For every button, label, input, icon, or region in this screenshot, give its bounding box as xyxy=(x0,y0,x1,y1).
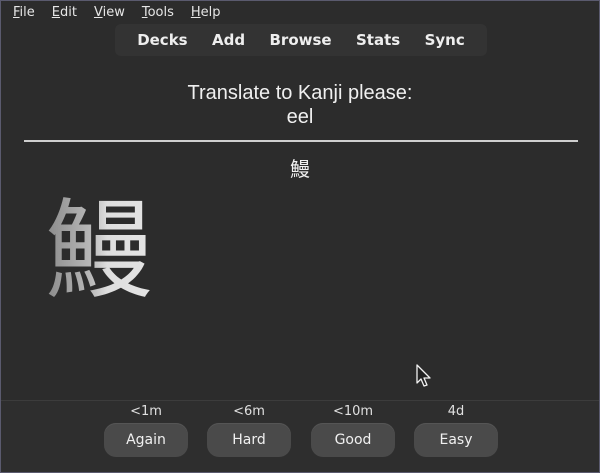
decks-button[interactable]: Decks xyxy=(129,27,195,53)
card-question: Translate to Kanji please: eel xyxy=(1,81,599,129)
question-word: eel xyxy=(286,106,314,128)
menu-view[interactable]: View xyxy=(94,5,125,20)
answer-kanji: 鰻 xyxy=(290,157,310,181)
main-toolbar: Decks Add Browse Stats Sync xyxy=(115,24,487,56)
menu-bar: File Edit View Tools Help xyxy=(1,1,599,23)
answer-bar: <1m Again <6m Hard <10m Good 4d Easy xyxy=(1,400,599,472)
stats-button[interactable]: Stats xyxy=(348,27,408,53)
menu-help[interactable]: Help xyxy=(191,5,221,20)
good-interval: <10m xyxy=(332,404,374,419)
hard-button[interactable]: Hard xyxy=(207,423,291,457)
again-interval: <1m xyxy=(130,404,162,419)
mouse-cursor-icon xyxy=(416,364,431,387)
menu-edit[interactable]: Edit xyxy=(52,5,77,20)
ease-good-group: <10m Good xyxy=(311,401,395,457)
easy-button[interactable]: Easy xyxy=(414,423,498,457)
good-button[interactable]: Good xyxy=(311,423,395,457)
kanji-stroke-diagram: 鰻 xyxy=(45,187,165,317)
menu-tools[interactable]: Tools xyxy=(142,5,174,20)
easy-interval: 4d xyxy=(447,404,465,419)
answer-divider xyxy=(24,140,578,142)
menu-file[interactable]: File xyxy=(13,5,35,20)
ease-hard-group: <6m Hard xyxy=(207,401,291,457)
sync-button[interactable]: Sync xyxy=(417,27,473,53)
again-button[interactable]: Again xyxy=(104,423,188,457)
add-button[interactable]: Add xyxy=(204,27,253,53)
browse-button[interactable]: Browse xyxy=(261,27,339,53)
question-prompt: Translate to Kanji please: xyxy=(187,82,413,104)
app-window: File Edit View Tools Help Decks Add Brow… xyxy=(0,0,600,473)
hard-interval: <6m xyxy=(233,404,265,419)
ease-again-group: <1m Again xyxy=(104,401,188,457)
ease-easy-group: 4d Easy xyxy=(414,401,498,457)
